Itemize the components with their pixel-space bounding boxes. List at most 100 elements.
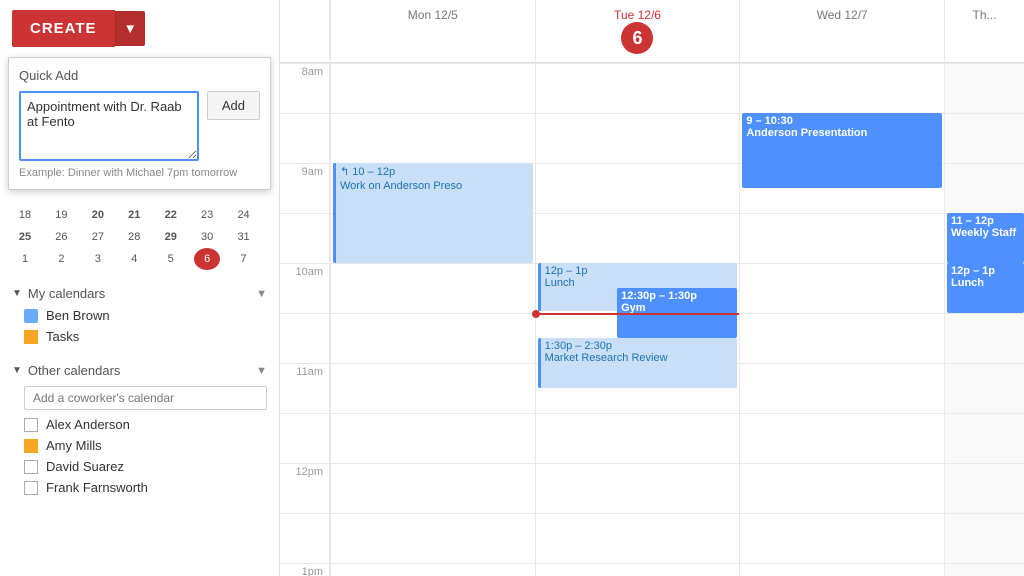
create-button[interactable]: CREATE [12,10,115,47]
mini-cal-day[interactable]: 4 [121,248,147,270]
calendar-item-ben-brown[interactable]: Ben Brown [0,305,279,326]
thu-830[interactable] [945,113,1024,163]
quick-add-add-button[interactable]: Add [207,91,260,120]
thu-9am[interactable] [945,163,1024,213]
ben-brown-label: Ben Brown [46,308,110,323]
tue-1pm[interactable] [536,563,740,576]
wed-1130[interactable] [740,413,944,463]
mini-cal-day[interactable]: 30 [194,226,220,248]
mon-8am[interactable] [331,63,535,113]
event-thu-lunch[interactable]: 12p – 1pLunch [947,263,1024,313]
quick-add-example: Example: Dinner with Michael 7pm tomorro… [19,167,260,179]
mon-1pm[interactable] [331,563,535,576]
tue-day-num: 6 [621,22,653,54]
mini-cal-day[interactable]: 24 [231,204,257,226]
tue-830[interactable] [536,113,740,163]
tue-9am[interactable] [536,163,740,213]
wed-1230[interactable] [740,513,944,563]
wed-10am[interactable] [740,263,944,313]
mon-830[interactable] [331,113,535,163]
frank-checkbox[interactable] [24,481,38,495]
mini-cal-day[interactable]: 27 [85,226,111,248]
mini-cal-day[interactable]: 1 [12,248,38,270]
event-market-research[interactable]: 1:30p – 2:30pMarket Research Review [538,338,738,388]
mon-1130[interactable] [331,413,535,463]
mon-10am[interactable] [331,263,535,313]
wed-column: 9 – 10:30Anderson Presentation [739,63,944,576]
coworker-calendar-input[interactable] [24,386,267,410]
thu-label: Th... [949,8,1020,22]
mini-cal-day[interactable]: 5 [158,248,184,270]
mon-1030[interactable] [331,313,535,363]
mini-cal-day[interactable]: 7 [231,248,257,270]
event-tue-lunch-text: 12p – 1pLunch [545,265,734,289]
mini-cal-day[interactable]: 25 [12,226,38,248]
mon-column: ↰ 10 – 12pWork on Anderson Preso [330,63,535,576]
mini-cal-today[interactable]: 6 [194,248,220,270]
quick-add-row: Appointment with Dr. Raab at Fento Add [19,91,260,161]
thu-1pm[interactable] [945,563,1024,576]
mini-cal-day[interactable]: 3 [85,248,111,270]
calendar-item-frank[interactable]: Frank Farnsworth [0,477,279,498]
calendar-item-tasks[interactable]: Tasks [0,326,279,347]
my-calendars-arrow: ▼ [12,288,22,299]
wed-11am[interactable] [740,363,944,413]
amy-label: Amy Mills [46,438,102,453]
thu-8am[interactable] [945,63,1024,113]
wed-1030[interactable] [740,313,944,363]
frank-label: Frank Farnsworth [46,480,148,495]
thu-12pm[interactable] [945,463,1024,513]
mini-cal-day[interactable]: 31 [231,226,257,248]
other-calendars-settings-icon[interactable]: ▼ [256,365,267,377]
mon-1230[interactable] [331,513,535,563]
tue-930[interactable] [536,213,740,263]
mini-cal-day[interactable]: 26 [48,226,74,248]
event-anderson-presentation[interactable]: 9 – 10:30Anderson Presentation [742,113,942,188]
wed-header: Wed 12/7 [739,0,944,62]
create-dropdown-button[interactable]: ▼ [115,11,145,46]
wed-8am[interactable] [740,63,944,113]
thu-1230[interactable] [945,513,1024,563]
wed-1pm[interactable] [740,563,944,576]
other-calendars-label: Other calendars [28,363,256,378]
thu-11am[interactable] [945,363,1024,413]
david-checkbox[interactable] [24,460,38,474]
calendar-item-amy[interactable]: Amy Mills [0,435,279,456]
wed-label: Wed 12/7 [744,8,940,22]
mon-11am[interactable] [331,363,535,413]
my-calendars-header[interactable]: ▼ My calendars ▼ [0,278,279,305]
other-calendars-header[interactable]: ▼ Other calendars ▼ [0,355,279,382]
thu-1030[interactable] [945,313,1024,363]
event-work-anderson[interactable]: ↰ 10 – 12pWork on Anderson Preso [333,163,533,263]
event-anderson-text: 9 – 10:30Anderson Presentation [746,115,938,139]
mini-cal-day[interactable]: 18 [12,204,38,226]
tue-1230[interactable] [536,513,740,563]
mini-cal-day[interactable]: 22 [158,204,184,226]
time-11am: 11am [280,363,329,413]
tue-12pm[interactable] [536,463,740,513]
quick-add-input[interactable]: Appointment with Dr. Raab at Fento [19,91,199,161]
calendar-item-alex[interactable]: Alex Anderson [0,414,279,435]
david-label: David Suarez [46,459,124,474]
mon-header: Mon 12/5 [330,0,535,62]
mon-12pm[interactable] [331,463,535,513]
mini-cal-day[interactable]: 23 [194,204,220,226]
calendar-item-david[interactable]: David Suarez [0,456,279,477]
mini-cal-day[interactable]: 21 [121,204,147,226]
mini-cal-day[interactable]: 20 [85,204,111,226]
mini-cal-day[interactable]: 19 [48,204,74,226]
wed-930[interactable] [740,213,944,263]
mini-cal-day[interactable]: 2 [48,248,74,270]
wed-12pm[interactable] [740,463,944,513]
my-calendars-settings-icon[interactable]: ▼ [256,288,267,300]
mini-cal-day[interactable]: 29 [158,226,184,248]
calendar-header: Mon 12/5 Tue 12/6 6 Wed 12/7 Th... [280,0,1024,63]
tue-8am[interactable] [536,63,740,113]
mini-cal-day[interactable]: 28 [121,226,147,248]
thu-1130[interactable] [945,413,1024,463]
tue-1130[interactable] [536,413,740,463]
tue-column: 12p – 1pLunch 12:30p – 1:30pGym 1:30p – … [535,63,740,576]
alex-checkbox[interactable] [24,418,38,432]
event-weekly-staff[interactable]: 11 – 12pWeekly Staff [947,213,1024,263]
event-gym-text: 12:30p – 1:30pGym [621,290,733,314]
